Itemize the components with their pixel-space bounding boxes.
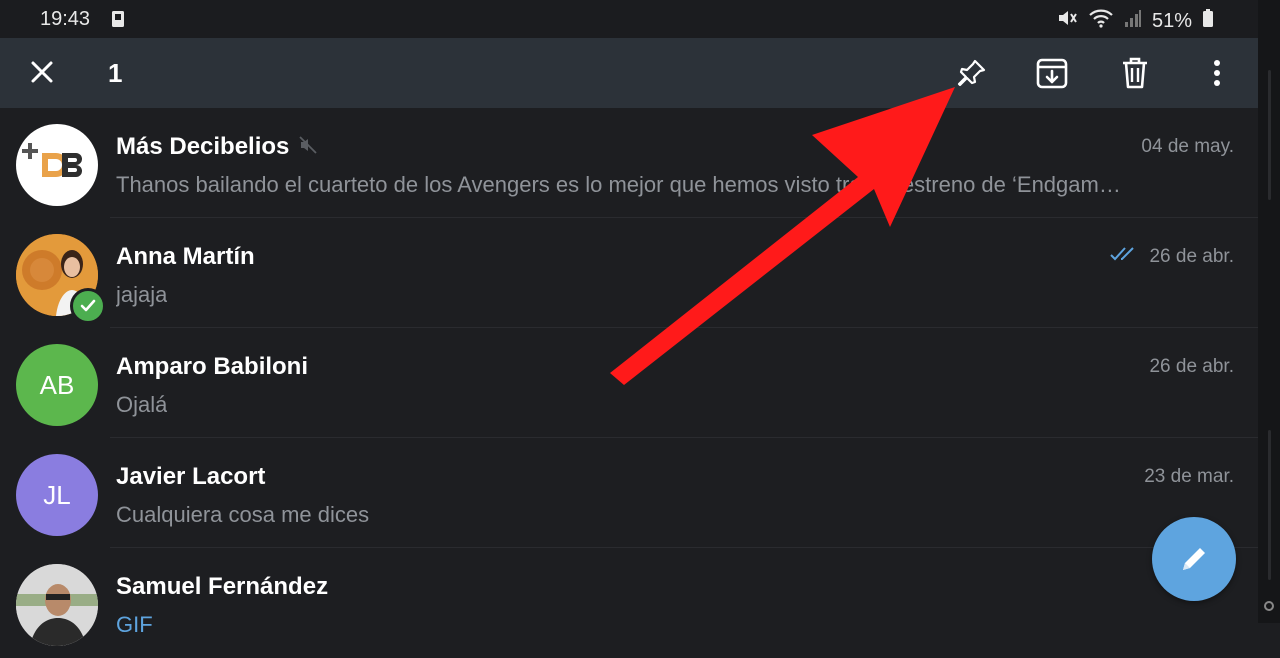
edge-handle-lower[interactable] — [1268, 430, 1271, 580]
chat-name: Anna Martín — [116, 243, 255, 270]
status-bar: 19:43 51% — [0, 0, 1258, 38]
mute-icon — [1056, 8, 1078, 34]
sim-icon — [108, 9, 128, 35]
battery-icon — [1202, 8, 1214, 34]
chat-name-row: Samuel Fernández — [116, 573, 328, 601]
delete-icon — [1123, 57, 1147, 89]
pin-button[interactable] — [951, 52, 993, 94]
chat-name-row: Javier Lacort — [116, 463, 265, 491]
avatar — [16, 124, 98, 206]
battery-percent: 51% — [1151, 9, 1192, 32]
selected-check-badge — [70, 288, 106, 324]
more-options-button[interactable] — [1196, 52, 1238, 94]
chat-last-message: Ojalá — [116, 392, 168, 417]
selected-count: 1 — [108, 58, 123, 88]
chat-date: 26 de abr. — [1149, 356, 1234, 378]
muted-icon — [299, 133, 318, 161]
pin-icon — [957, 59, 986, 87]
decibelios-logo — [22, 143, 82, 177]
selection-action-bar: 1 — [0, 38, 1258, 108]
chat-date: 23 de mar. — [1144, 466, 1234, 488]
chat-date: 26 de abr. — [1109, 246, 1234, 268]
chat-date-text: 04 de may. — [1141, 136, 1234, 157]
profile-photo — [16, 564, 98, 646]
edge-handle[interactable] — [1268, 70, 1271, 200]
edge-dot-icon — [1264, 601, 1274, 611]
chat-name-row: Más Decibelios — [116, 133, 318, 161]
chat-date-text: 26 de abr. — [1149, 246, 1234, 267]
more-icon — [1214, 60, 1220, 86]
pencil-icon — [1183, 548, 1205, 570]
new-message-button[interactable] — [1152, 517, 1236, 601]
close-selection-button[interactable] — [22, 52, 62, 92]
wifi-icon — [1088, 8, 1114, 34]
avatar — [16, 564, 98, 646]
close-icon — [31, 61, 53, 83]
chat-row-javier-lacort[interactable]: JL Javier Lacort Cualquiera cosa me dice… — [0, 438, 1258, 548]
avatar: JL — [16, 454, 98, 536]
status-icons: 51% — [1056, 8, 1214, 34]
chat-date-text: 23 de mar. — [1144, 466, 1234, 487]
avatar-initials: AB — [39, 369, 75, 400]
chat-name-row: Anna Martín — [116, 243, 255, 271]
archive-icon — [1036, 58, 1068, 89]
signal-icon — [1124, 8, 1142, 34]
chat-name: Javier Lacort — [116, 463, 266, 490]
chat-row-samuel-fernandez[interactable]: Samuel Fernández GIF — [0, 548, 1258, 658]
chat-last-message: Thanos bailando el cuarteto de los Aveng… — [116, 172, 1121, 197]
edge-panel — [1258, 0, 1280, 623]
chat-date: 04 de may. — [1141, 136, 1234, 158]
chat-name: Samuel Fernández — [116, 573, 329, 600]
chat-row-anna-martin[interactable]: Anna Martín jajaja 26 de abr. — [0, 218, 1258, 328]
chat-row-mas-decibelios[interactable]: Más Decibelios Thanos bailando el cuarte… — [0, 108, 1258, 218]
double-check-icon — [1109, 246, 1139, 268]
chat-last-message: GIF — [116, 612, 153, 637]
archive-button[interactable] — [1031, 52, 1073, 94]
chat-name-row: Amparo Babiloni — [116, 353, 308, 381]
avatar: AB — [16, 344, 98, 426]
chat-name: Amparo Babiloni — [116, 353, 309, 380]
delete-button[interactable] — [1114, 52, 1156, 94]
status-time: 19:43 — [40, 8, 91, 30]
chat-last-message: Cualquiera cosa me dices — [116, 502, 370, 527]
chat-list: Más Decibelios Thanos bailando el cuarte… — [0, 108, 1258, 658]
chat-name: Más Decibelios — [116, 133, 290, 160]
avatar-initials: JL — [43, 479, 71, 510]
check-icon — [80, 299, 96, 312]
chat-last-message: jajaja — [116, 282, 168, 307]
chat-date-text: 26 de abr. — [1149, 356, 1234, 377]
chat-row-amparo-babiloni[interactable]: AB Amparo Babiloni Ojalá 26 de abr. — [0, 328, 1258, 438]
